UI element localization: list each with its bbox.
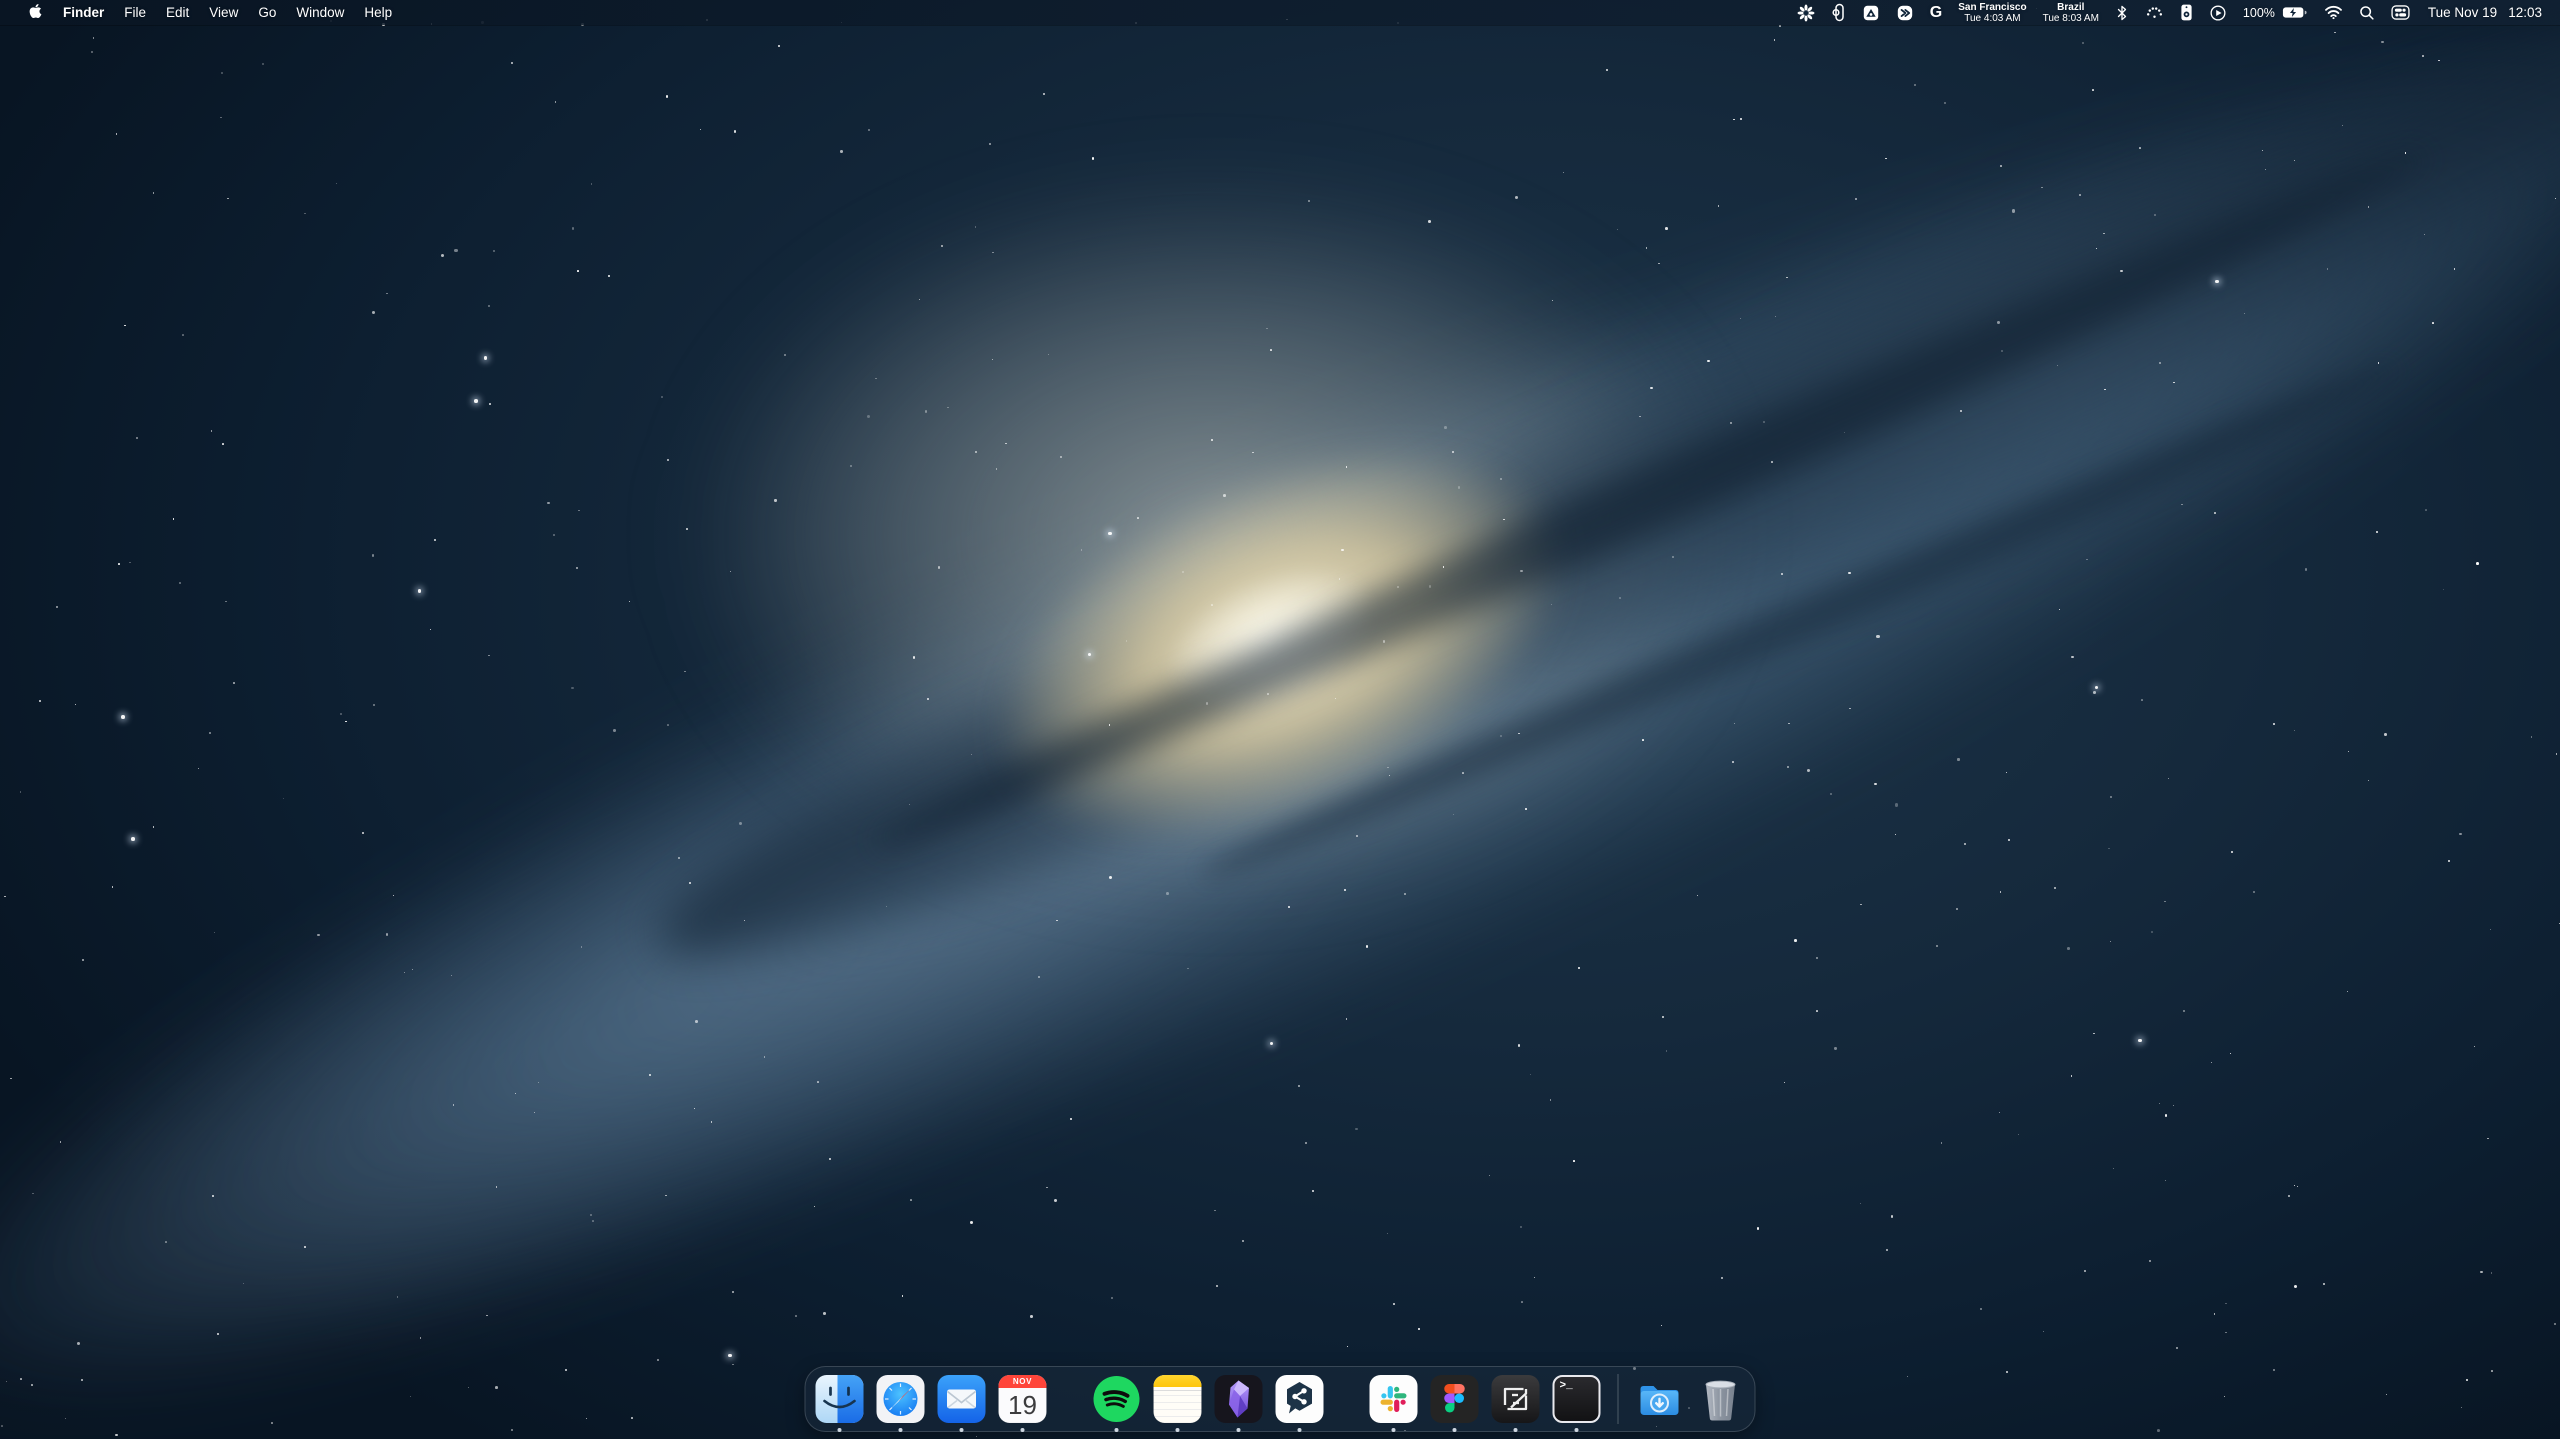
menu-bar-left: Finder File Edit View Go Window Help bbox=[0, 0, 402, 25]
menu-label: Help bbox=[364, 5, 392, 20]
running-indicator bbox=[1115, 1428, 1119, 1432]
running-indicator bbox=[1453, 1428, 1457, 1432]
dock-trash[interactable] bbox=[1697, 1375, 1745, 1423]
spotlight-search-icon[interactable] bbox=[2351, 0, 2383, 25]
running-indicator bbox=[960, 1428, 964, 1432]
calendar-icon: NOV 19 bbox=[999, 1375, 1047, 1423]
dock-figma[interactable] bbox=[1431, 1375, 1479, 1423]
menu-view[interactable]: View bbox=[199, 0, 248, 25]
clock-city: Brazil bbox=[2057, 2, 2084, 13]
dock-downloads[interactable] bbox=[1636, 1375, 1684, 1423]
running-indicator bbox=[1575, 1428, 1579, 1432]
wallpaper-galaxy bbox=[0, 0, 2560, 1439]
control-center-icon[interactable] bbox=[2383, 0, 2418, 25]
calendar-day: 19 bbox=[999, 1388, 1047, 1423]
vignette bbox=[0, 0, 2560, 1439]
dock-share-chat[interactable] bbox=[1276, 1375, 1324, 1423]
dotted-arc-icon[interactable] bbox=[2137, 0, 2172, 25]
dock-mail[interactable] bbox=[938, 1375, 986, 1423]
running-indicator bbox=[1176, 1428, 1180, 1432]
menu-label: Go bbox=[258, 5, 276, 20]
menu-help[interactable]: Help bbox=[354, 0, 402, 25]
mail-icon bbox=[938, 1375, 986, 1423]
g-circle-icon[interactable]: G bbox=[1922, 0, 1950, 25]
notes-yellow-band bbox=[1154, 1375, 1202, 1387]
running-indicator bbox=[1021, 1428, 1025, 1432]
world-clock-san-francisco[interactable]: San Francisco Tue 4:03 AM bbox=[1950, 2, 2034, 24]
running-indicator bbox=[899, 1428, 903, 1432]
bluetooth-icon[interactable] bbox=[2107, 0, 2137, 25]
iphone-mirroring-icon[interactable] bbox=[2172, 0, 2201, 25]
menu-go[interactable]: Go bbox=[248, 0, 286, 25]
spotify-icon bbox=[1093, 1375, 1141, 1423]
menu-window[interactable]: Window bbox=[286, 0, 354, 25]
dock-separator bbox=[1618, 1374, 1619, 1424]
safari-icon bbox=[877, 1375, 925, 1423]
dock-notes[interactable] bbox=[1154, 1375, 1202, 1423]
menu-file[interactable]: File bbox=[114, 0, 156, 25]
capsule-outline-icon[interactable] bbox=[1823, 0, 1854, 25]
wifi-icon[interactable] bbox=[2316, 0, 2351, 25]
dock-safari[interactable] bbox=[877, 1375, 925, 1423]
menu-bar-status: G San Francisco Tue 4:03 AM Brazil Tue 8… bbox=[1789, 0, 2560, 25]
terminal-icon: >_ bbox=[1553, 1375, 1601, 1423]
figma-icon bbox=[1431, 1375, 1479, 1423]
running-indicator bbox=[1298, 1428, 1302, 1432]
menu-label: Window bbox=[296, 5, 344, 20]
menu-label: Finder bbox=[63, 5, 104, 20]
battery-percent: 100% bbox=[2243, 6, 2277, 20]
apple-logo-icon bbox=[29, 3, 42, 22]
dock-spacer bbox=[1060, 1375, 1080, 1423]
slack-icon bbox=[1370, 1375, 1418, 1423]
clock-time: Tue 4:03 AM bbox=[1964, 13, 2020, 24]
dock-obsidian[interactable] bbox=[1215, 1375, 1263, 1423]
hexagon-share-icon bbox=[1276, 1375, 1324, 1423]
clock-time: 12:03 bbox=[2508, 5, 2542, 20]
downloads-folder-icon bbox=[1636, 1375, 1684, 1423]
terminal-prompt: >_ bbox=[1560, 1380, 1573, 1392]
notes-line bbox=[1154, 1387, 1202, 1391]
menu-label: Edit bbox=[166, 5, 189, 20]
calendar-month: NOV bbox=[999, 1375, 1047, 1388]
dock-zed[interactable] bbox=[1492, 1375, 1540, 1423]
triangle-badge-icon[interactable] bbox=[1854, 0, 1888, 25]
trash-icon bbox=[1697, 1375, 1745, 1423]
zed-icon bbox=[1492, 1375, 1540, 1423]
dock-slack[interactable] bbox=[1370, 1375, 1418, 1423]
menu-label: File bbox=[124, 5, 146, 20]
running-indicator bbox=[1237, 1428, 1241, 1432]
obsidian-icon bbox=[1215, 1375, 1263, 1423]
dock-spacer bbox=[1337, 1375, 1357, 1423]
menu-bar-clock[interactable]: Tue Nov 19 12:03 bbox=[2418, 5, 2546, 20]
dock-terminal[interactable]: >_ bbox=[1553, 1375, 1601, 1423]
dock-spotify[interactable] bbox=[1093, 1375, 1141, 1423]
running-indicator bbox=[1514, 1428, 1518, 1432]
flower-burst-icon[interactable] bbox=[1789, 0, 1823, 25]
dock-calendar[interactable]: NOV 19 bbox=[999, 1375, 1047, 1423]
clock-time: Tue 8:03 AM bbox=[2043, 13, 2099, 24]
apple-menu[interactable] bbox=[18, 0, 53, 25]
clock-date: Tue Nov 19 bbox=[2428, 5, 2497, 20]
menu-finder[interactable]: Finder bbox=[53, 0, 114, 25]
world-clock-brazil[interactable]: Brazil Tue 8:03 AM bbox=[2035, 2, 2107, 24]
menu-label: View bbox=[209, 5, 238, 20]
chevron-badge-icon[interactable] bbox=[1888, 0, 1922, 25]
notes-icon bbox=[1154, 1375, 1202, 1423]
dock: NOV 19 bbox=[805, 1366, 1756, 1432]
g-glyph: G bbox=[1930, 5, 1942, 21]
battery-charging-icon bbox=[2282, 6, 2308, 19]
clock-city: San Francisco bbox=[1958, 2, 2026, 13]
menu-bar: Finder File Edit View Go Window Help bbox=[0, 0, 2560, 25]
menu-edit[interactable]: Edit bbox=[156, 0, 199, 25]
battery-status[interactable]: 100% bbox=[2235, 0, 2316, 25]
running-indicator bbox=[1392, 1428, 1396, 1432]
now-playing-icon[interactable] bbox=[2201, 0, 2235, 25]
finder-icon bbox=[816, 1375, 864, 1423]
dock-finder[interactable] bbox=[816, 1375, 864, 1423]
running-indicator bbox=[838, 1428, 842, 1432]
